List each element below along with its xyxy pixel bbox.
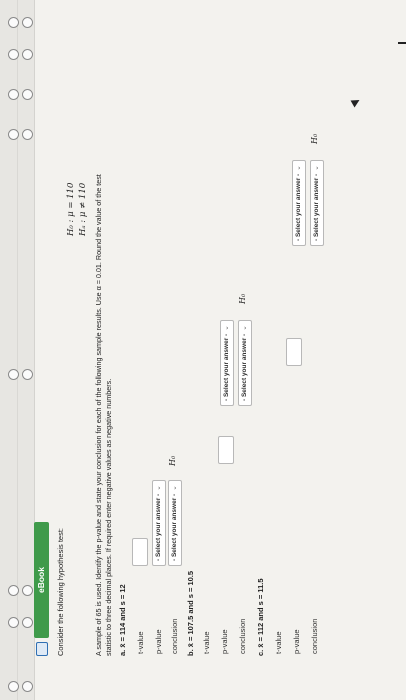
- part-b-p-select[interactable]: - Select your answer -⌄: [220, 320, 234, 406]
- part-b-t-label: t-value: [202, 631, 211, 654]
- scroll-indicator[interactable]: [398, 42, 406, 44]
- book-icon[interactable]: [36, 642, 48, 656]
- part-b-p-label: p-value: [220, 629, 229, 654]
- question-radio-6[interactable]: [8, 89, 19, 100]
- part-a-conclusion-select[interactable]: - Select your answer -⌄: [168, 480, 182, 566]
- part-c-heading: c. x̄ = 112 and s = 11.5: [256, 578, 265, 656]
- rotated-page: eBook Consider the following hypothesis …: [0, 0, 406, 700]
- question-radio-11[interactable]: [22, 585, 33, 596]
- alternative-hypothesis: Hₐ : μ ≠ 110: [78, 182, 88, 236]
- part-a-conclusion-label: conclusion: [170, 618, 179, 654]
- part-b-hypothesis: H₀: [238, 293, 247, 304]
- question-radio-16[interactable]: [22, 17, 33, 28]
- question-radio-12[interactable]: [22, 369, 33, 380]
- part-c-hypothesis: H₀: [310, 133, 319, 144]
- part-a-p-label: p-value: [154, 629, 163, 654]
- question-radio-3[interactable]: [8, 585, 19, 596]
- mouse-pointer-icon: [350, 96, 362, 108]
- part-c-p-label: p-value: [292, 629, 301, 654]
- part-b-heading: b. x̄ = 107.5 and s = 10.5: [186, 570, 195, 656]
- chevron-down-icon: ⌄: [241, 325, 248, 331]
- rail-divider: [17, 0, 18, 700]
- instructions-line-2: statistic to three decimal places. If re…: [104, 378, 113, 656]
- chevron-down-icon: ⌄: [223, 325, 230, 331]
- part-b-conclusion-label: conclusion: [238, 618, 247, 654]
- null-hypothesis: H₀ : μ = 110: [66, 182, 76, 236]
- part-c-conclusion-label: conclusion: [310, 618, 319, 654]
- question-radio-2[interactable]: [8, 617, 19, 628]
- question-intro: Consider the following hypothesis test:: [56, 528, 65, 656]
- part-c-conclusion-select[interactable]: - Select your answer -⌄: [310, 160, 324, 246]
- chevron-down-icon: ⌄: [171, 485, 178, 491]
- question-radio-5[interactable]: [8, 129, 19, 140]
- part-c-p-select[interactable]: - Select your answer -⌄: [292, 160, 306, 246]
- toolbar: eBook: [34, 0, 50, 700]
- chevron-down-icon: ⌄: [155, 485, 162, 491]
- instructions-line-1: A sample of 65 is used. Identify the p-v…: [94, 174, 103, 656]
- question-radio-9[interactable]: [22, 681, 33, 692]
- question-radio-8[interactable]: [8, 17, 19, 28]
- part-a-p-select[interactable]: - Select your answer -⌄: [152, 480, 166, 566]
- part-c-t-input[interactable]: [286, 338, 302, 366]
- question-nav-rail: [0, 0, 35, 700]
- part-b-t-input[interactable]: [218, 436, 234, 464]
- question-radio-13[interactable]: [22, 129, 33, 140]
- part-a-hypothesis: H₀: [168, 455, 177, 466]
- part-b-conclusion-select[interactable]: - Select your answer -⌄: [238, 320, 252, 406]
- chevron-down-icon: ⌄: [313, 165, 320, 171]
- part-a-heading: a. x̄ = 114 and s = 12: [118, 584, 127, 656]
- chevron-down-icon: ⌄: [295, 165, 302, 171]
- question-radio-1[interactable]: [8, 681, 19, 692]
- question-radio-15[interactable]: [22, 49, 33, 60]
- question-radio-4[interactable]: [8, 369, 19, 380]
- part-a-t-input[interactable]: [132, 538, 148, 566]
- part-c-t-label: t-value: [274, 631, 283, 654]
- ebook-button[interactable]: eBook: [34, 522, 49, 638]
- question-radio-7[interactable]: [8, 49, 19, 60]
- question-radio-10[interactable]: [22, 617, 33, 628]
- part-a-t-label: t-value: [136, 631, 145, 654]
- question-radio-14[interactable]: [22, 89, 33, 100]
